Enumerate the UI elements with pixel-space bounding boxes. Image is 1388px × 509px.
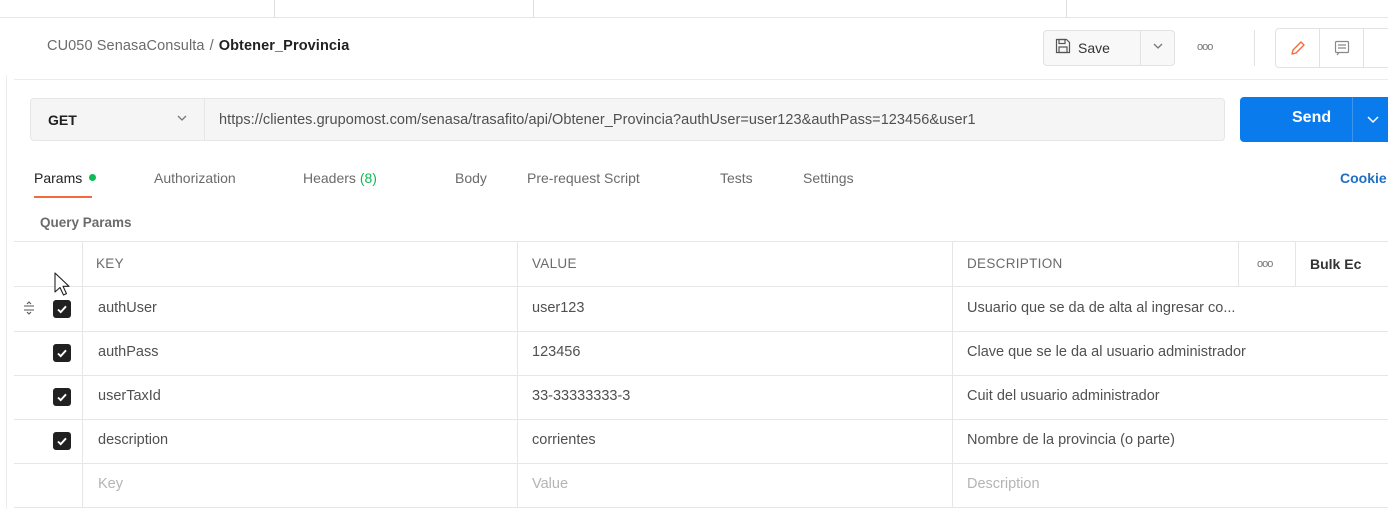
edit-pencil-icon[interactable] [1276, 29, 1320, 67]
method-select[interactable]: GET [30, 98, 204, 141]
tab-pre-request-script[interactable]: Pre-request Script [527, 170, 640, 186]
request-name[interactable]: Obtener_Provincia [219, 38, 350, 54]
mouse-cursor-icon [54, 272, 72, 303]
tab-label: Tests [720, 170, 753, 186]
collection-name[interactable]: CU050 SenasaConsulta [47, 38, 205, 54]
tab-settings[interactable]: Settings [803, 170, 854, 186]
query-params-label: Query Params [40, 215, 132, 230]
tab-separator [533, 0, 534, 18]
param-value[interactable]: user123 [532, 300, 584, 316]
tab-label: Settings [803, 170, 854, 186]
method-label: GET [48, 111, 77, 128]
table-rule [14, 241, 1388, 242]
tab-tests[interactable]: Tests [720, 170, 753, 186]
param-value[interactable]: 33-33333333-3 [532, 388, 630, 404]
param-key[interactable]: authPass [98, 344, 158, 360]
param-key[interactable]: userTaxId [98, 388, 161, 404]
send-button[interactable]: Send [1240, 97, 1388, 142]
table-rule [14, 375, 1388, 376]
toolbar-divider [1254, 30, 1255, 66]
checkbox-checked-icon[interactable] [53, 344, 71, 362]
table-rule [14, 463, 1388, 464]
tab-separator [274, 0, 275, 18]
query-params-table: KEY VALUE DESCRIPTION ooo Bulk Ec authUs… [14, 241, 1388, 509]
table-rule [14, 507, 1388, 508]
new-value-input[interactable]: Value [532, 476, 568, 492]
param-description[interactable]: Usuario que se da de alta al ingresar co… [967, 300, 1235, 316]
send-divider [1352, 97, 1353, 142]
tab-count: (8) [359, 170, 377, 186]
tab-body[interactable]: Body [455, 170, 487, 186]
param-key[interactable]: description [98, 432, 168, 448]
side-panel-toggles [1275, 28, 1388, 68]
drag-handle-icon[interactable] [22, 301, 36, 320]
save-button[interactable]: Save [1044, 31, 1141, 65]
params-indicator-dot [89, 174, 97, 181]
tab-label: Params [34, 170, 83, 186]
breadcrumb-separator: / [209, 38, 214, 54]
tab-label: Authorization [154, 170, 236, 186]
column-header-value: VALUE [532, 256, 577, 271]
send-label: Send [1292, 109, 1332, 126]
url-input[interactable]: https://clientes.grupomost.com/senasa/tr… [204, 98, 1225, 141]
url-text: https://clientes.grupomost.com/senasa/tr… [219, 111, 976, 128]
column-header-description: DESCRIPTION [967, 256, 1063, 271]
breadcrumb: CU050 SenasaConsulta / Obtener_Provincia [47, 38, 349, 54]
tab-authorization[interactable]: Authorization [154, 170, 236, 186]
param-value[interactable]: 123456 [532, 344, 580, 360]
tab-label: Headers [303, 170, 356, 186]
save-label: Save [1078, 40, 1110, 56]
checkbox-checked-icon[interactable] [53, 388, 71, 406]
table-rule [14, 331, 1388, 332]
tab-headers[interactable]: Headers (8) [303, 170, 377, 186]
tab-separator [1066, 0, 1067, 18]
active-tab-indicator [34, 196, 92, 198]
save-button-group: Save [1043, 30, 1175, 66]
save-icon [1054, 37, 1072, 60]
tab-label: Pre-request Script [527, 170, 640, 186]
more-icon[interactable]: ooo [1197, 41, 1213, 53]
chevron-down-icon[interactable] [1366, 112, 1380, 131]
column-rule [952, 241, 953, 508]
chevron-down-icon [176, 111, 188, 129]
more-icon[interactable]: ooo [1257, 258, 1273, 270]
param-key[interactable]: authUser [98, 300, 157, 316]
chevron-down-icon [1152, 39, 1164, 57]
comment-icon[interactable] [1320, 29, 1364, 67]
column-rule [82, 241, 83, 508]
tab-label: Body [455, 170, 487, 186]
table-rule [14, 286, 1388, 287]
param-description[interactable]: Cuit del usuario administrador [967, 388, 1160, 404]
column-rule [1238, 241, 1239, 286]
column-header-key: KEY [96, 256, 124, 271]
bulk-edit-button[interactable]: Bulk Ec [1310, 256, 1361, 272]
param-value[interactable]: corrientes [532, 432, 596, 448]
tab-params[interactable]: Params [34, 170, 97, 186]
header-divider [14, 79, 1388, 80]
sidebar-border [6, 75, 7, 509]
top-tab-strip [0, 0, 1388, 18]
save-dropdown-button[interactable] [1141, 39, 1174, 57]
column-rule [1295, 241, 1296, 286]
new-description-input[interactable]: Description [967, 476, 1040, 492]
new-key-input[interactable]: Key [98, 476, 123, 492]
param-description[interactable]: Clave que se le da al usuario administra… [967, 344, 1246, 360]
cookies-link[interactable]: Cookie [1340, 170, 1387, 186]
column-rule [517, 241, 518, 508]
table-rule [14, 419, 1388, 420]
param-description[interactable]: Nombre de la provincia (o parte) [967, 432, 1175, 448]
checkbox-checked-icon[interactable] [53, 432, 71, 450]
